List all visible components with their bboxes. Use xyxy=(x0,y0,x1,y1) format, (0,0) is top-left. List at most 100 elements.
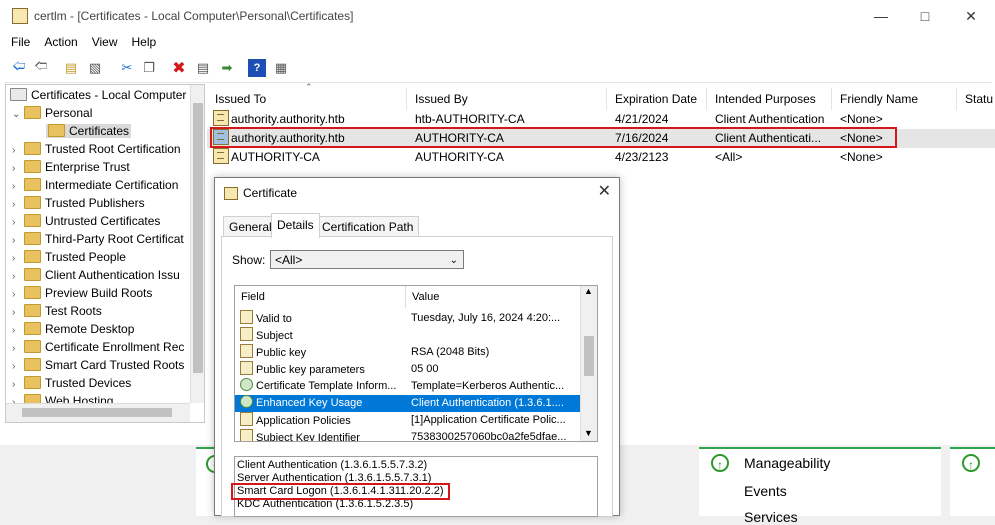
field-icon xyxy=(240,378,253,391)
tab-details[interactable]: Details xyxy=(271,213,320,238)
properties-icon[interactable]: ▤ xyxy=(194,59,212,77)
field-row[interactable]: Application Policies [1]Application Certi… xyxy=(235,412,580,429)
tree-item-label: Preview Build Roots xyxy=(45,286,153,300)
value-column-header[interactable]: Value xyxy=(412,291,439,303)
tree-hscroll-thumb[interactable] xyxy=(22,408,172,417)
scroll-up-icon[interactable]: ▲ xyxy=(584,286,593,296)
collapse-chevron-icon[interactable]: ⌄ xyxy=(12,106,24,124)
field-row[interactable]: Subject Key Identifier 7538300257060bc0a2… xyxy=(235,429,580,441)
column-header-issued-to[interactable]: Issued To xyxy=(207,88,407,110)
export-list-icon[interactable]: ➡ xyxy=(218,59,236,77)
up-arrow-icon: ↑ xyxy=(711,454,729,472)
folder-icon xyxy=(24,250,41,263)
tree-item-trusted-people[interactable]: › Trusted People xyxy=(12,248,126,266)
close-window-button[interactable]: ✕ xyxy=(948,0,994,32)
delete-icon[interactable]: ✖ xyxy=(170,59,188,77)
services-label[interactable]: Services xyxy=(744,509,798,525)
cut-icon[interactable]: ✂ xyxy=(118,59,136,77)
tree-item-smart-card-roots[interactable]: › Smart Card Trusted Roots xyxy=(12,356,184,374)
field-value: Tuesday, July 16, 2024 4:20:... xyxy=(411,312,561,324)
maximize-button[interactable]: □ xyxy=(902,0,948,32)
field-name: Application Policies xyxy=(256,415,351,427)
column-header-issued-by[interactable]: Issued By xyxy=(407,88,607,110)
cell-issued-to: authority.authority.htb xyxy=(231,112,345,126)
tab-general[interactable]: General xyxy=(223,216,278,237)
menu-file[interactable]: File xyxy=(4,32,37,49)
dialog-close-button[interactable]: ✕ xyxy=(598,181,611,201)
menu-view[interactable]: View xyxy=(85,32,125,49)
events-label[interactable]: Events xyxy=(744,483,787,499)
tree-item-certificates[interactable]: Certificates xyxy=(28,122,132,140)
show-hide-tree-icon[interactable]: ▧ xyxy=(86,59,104,77)
copy-icon[interactable]: ❐ xyxy=(140,59,158,77)
menu-action[interactable]: Action xyxy=(37,32,84,49)
certificate-icon xyxy=(213,110,229,126)
tree-horizontal-scrollbar[interactable] xyxy=(6,403,190,422)
tree-item-third-party-root[interactable]: › Third-Party Root Certificat xyxy=(12,230,184,248)
tree-item-personal[interactable]: ⌄ Personal xyxy=(12,104,92,122)
fields-scrollbar[interactable]: ▲ ▼ xyxy=(580,286,597,441)
column-header-friendly-name[interactable]: Friendly Name xyxy=(832,88,957,110)
tree-item-remote-desktop[interactable]: › Remote Desktop xyxy=(12,320,134,338)
field-row[interactable]: Certificate Template Inform... Template=K… xyxy=(235,378,580,395)
folder-icon xyxy=(24,268,41,281)
cell-issued-by: AUTHORITY-CA xyxy=(415,150,504,164)
minimize-button[interactable]: — xyxy=(858,0,904,32)
tree-item-label: Trusted Publishers xyxy=(45,196,145,210)
up-folder-icon[interactable]: ▤ xyxy=(62,59,80,77)
column-header-expiration[interactable]: Expiration Date xyxy=(607,88,707,110)
tab-certification-path[interactable]: Certification Path xyxy=(316,216,420,237)
field-row-selected[interactable]: Enhanced Key Usage Client Authentication … xyxy=(235,395,580,412)
tree-item-trusted-root[interactable]: › Trusted Root Certification xyxy=(12,140,181,158)
field-row[interactable]: Public key parameters 05 00 xyxy=(235,361,580,378)
tree-item-trusted-publishers[interactable]: › Trusted Publishers xyxy=(12,194,145,212)
title-bar: certlm - [Certificates - Local Computer\… xyxy=(0,0,995,32)
manageability-label[interactable]: Manageability xyxy=(744,455,830,471)
tree-item-label: Personal xyxy=(45,106,93,120)
tree-root[interactable]: Certificates - Local Computer xyxy=(10,86,186,104)
tree-item-label: Trusted People xyxy=(45,250,126,264)
folder-icon xyxy=(24,376,41,389)
scroll-down-icon[interactable]: ▼ xyxy=(584,428,593,438)
certificate-icon xyxy=(213,148,229,164)
column-header-intended-purposes[interactable]: Intended Purposes xyxy=(707,88,832,110)
cell-issued-to: AUTHORITY-CA xyxy=(231,150,320,164)
back-arrow-icon[interactable]: 🢠 xyxy=(10,58,28,77)
status-card-manageability[interactable]: ↑ Manageability Events Services xyxy=(699,447,941,525)
menu-help[interactable]: Help xyxy=(125,32,164,49)
field-row[interactable]: Valid to Tuesday, July 16, 2024 4:20:... xyxy=(235,310,580,327)
folder-icon xyxy=(24,160,41,173)
view-icon[interactable]: ▦ xyxy=(272,59,290,77)
help-icon[interactable]: ? xyxy=(248,59,266,77)
tree-item-client-auth-issuers[interactable]: › Client Authentication Issu xyxy=(12,266,180,284)
tree-root-label: Certificates - Local Computer xyxy=(31,88,187,102)
show-label: Show: xyxy=(232,253,266,267)
field-column-header[interactable]: Field xyxy=(241,291,265,303)
tree-vertical-scrollbar[interactable] xyxy=(190,85,204,403)
tree-item-enterprise-trust[interactable]: › Enterprise Trust xyxy=(12,158,130,176)
field-icon xyxy=(240,327,253,341)
tree-item-untrusted[interactable]: › Untrusted Certificates xyxy=(12,212,160,230)
field-row[interactable]: Subject xyxy=(235,327,580,344)
folder-icon xyxy=(24,286,41,299)
field-icon xyxy=(240,412,253,426)
tree-item-intermediate[interactable]: › Intermediate Certification xyxy=(12,176,178,194)
show-dropdown[interactable]: <All> ⌄ xyxy=(270,250,464,269)
column-header-status[interactable]: Statu xyxy=(957,88,995,110)
forward-arrow-icon[interactable]: 🢢 xyxy=(32,58,50,77)
menu-bar: File Action View Help xyxy=(4,32,992,54)
tree-item-preview-build-roots[interactable]: › Preview Build Roots xyxy=(12,284,152,302)
certificate-dialog-icon xyxy=(224,187,238,200)
tree-item-label: Third-Party Root Certificat xyxy=(45,232,184,246)
field-row[interactable]: Public key RSA (2048 Bits) xyxy=(235,344,580,361)
tree-item-test-roots[interactable]: › Test Roots xyxy=(12,302,102,320)
tree-scroll-thumb[interactable] xyxy=(193,103,203,373)
column-divider xyxy=(405,286,406,308)
field-name: Enhanced Key Usage xyxy=(256,397,363,409)
chevron-down-icon: ⌄ xyxy=(449,255,458,266)
table-row[interactable]: AUTHORITY-CA AUTHORITY-CA 4/23/2123 <All… xyxy=(207,148,995,167)
fields-scroll-thumb[interactable] xyxy=(584,336,594,376)
certificate-dialog: Certificate ✕ General Details Certificat… xyxy=(214,177,620,517)
tree-item-cert-enrollment[interactable]: › Certificate Enrollment Rec xyxy=(12,338,184,356)
tree-item-trusted-devices[interactable]: › Trusted Devices xyxy=(12,374,131,392)
